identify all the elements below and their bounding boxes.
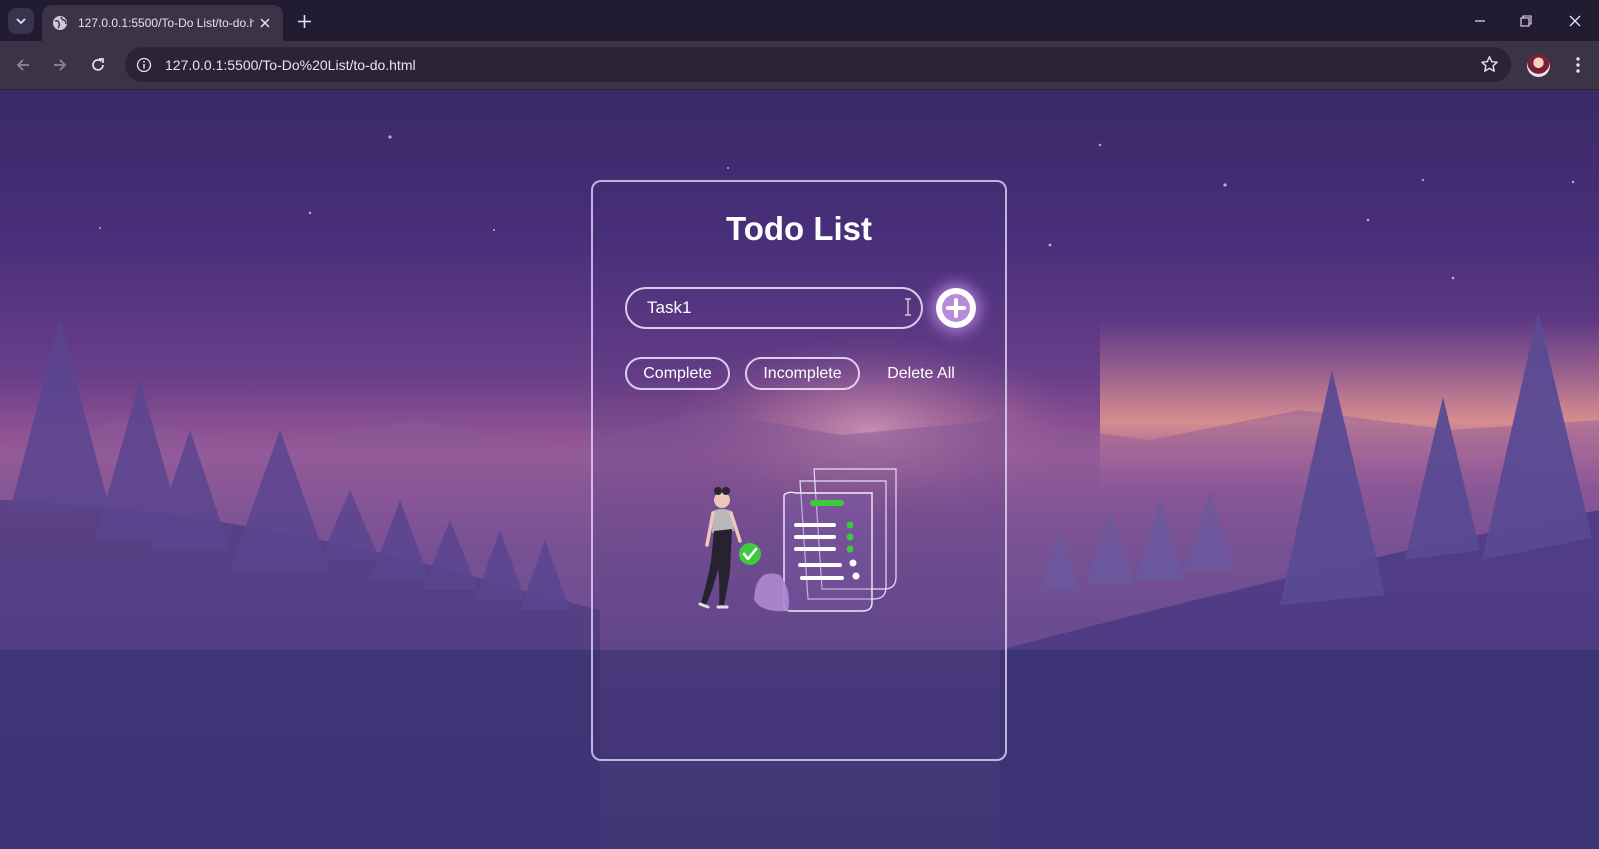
task-input[interactable]: [625, 287, 923, 329]
add-task-button[interactable]: [936, 288, 976, 328]
restore-button[interactable]: [1515, 10, 1537, 32]
forward-button[interactable]: [48, 53, 72, 77]
close-icon: [260, 18, 270, 28]
tab-title: 127.0.0.1:5500/To-Do List/to-do.html: [78, 16, 254, 30]
reload-icon: [92, 58, 104, 71]
delete-all-button[interactable]: Delete All: [876, 357, 966, 390]
restore-icon: [1520, 15, 1532, 27]
bookmark-star-icon[interactable]: [1480, 55, 1499, 74]
arrow-left-icon: [16, 59, 29, 71]
close-window-button[interactable]: [1564, 10, 1586, 32]
back-button[interactable]: [11, 53, 35, 77]
incomplete-filter-button[interactable]: Incomplete: [745, 357, 860, 390]
browser-tab-bar: 127.0.0.1:5500/To-Do List/to-do.html: [0, 0, 1599, 41]
minimize-button[interactable]: [1469, 10, 1491, 32]
page-viewport: Todo List Complete Incomplete Delete All: [0, 90, 1599, 849]
tab-search-button[interactable]: [8, 8, 34, 34]
todo-title: Todo List: [725, 210, 873, 247]
browser-toolbar: 127.0.0.1:5500/To-Do%20List/to-do.html: [0, 41, 1599, 90]
empty-list-illustration: [698, 468, 897, 612]
new-tab-button[interactable]: [294, 11, 314, 31]
minimize-icon: [1475, 20, 1485, 22]
plus-circle-icon: [942, 294, 970, 322]
todo-card: Todo List Complete Incomplete Delete All: [591, 180, 1007, 761]
reload-button[interactable]: [86, 53, 110, 77]
plus-icon: [297, 14, 311, 28]
browser-tab[interactable]: 127.0.0.1:5500/To-Do List/to-do.html: [42, 5, 283, 41]
site-info-icon[interactable]: [135, 56, 153, 74]
browser-menu-button[interactable]: [1568, 55, 1588, 75]
complete-filter-button[interactable]: Complete: [625, 357, 730, 390]
more-vertical-icon: [1576, 57, 1580, 73]
profile-avatar[interactable]: [1527, 54, 1550, 77]
text-cursor-icon: [905, 298, 911, 316]
chevron-down-icon: [16, 18, 26, 25]
close-icon: [1569, 15, 1581, 27]
globe-icon: [53, 16, 67, 30]
arrow-right-icon: [54, 59, 67, 71]
address-url: 127.0.0.1:5500/To-Do%20List/to-do.html: [165, 56, 416, 73]
tab-close-button[interactable]: [257, 15, 273, 31]
address-bar[interactable]: 127.0.0.1:5500/To-Do%20List/to-do.html: [125, 47, 1511, 82]
